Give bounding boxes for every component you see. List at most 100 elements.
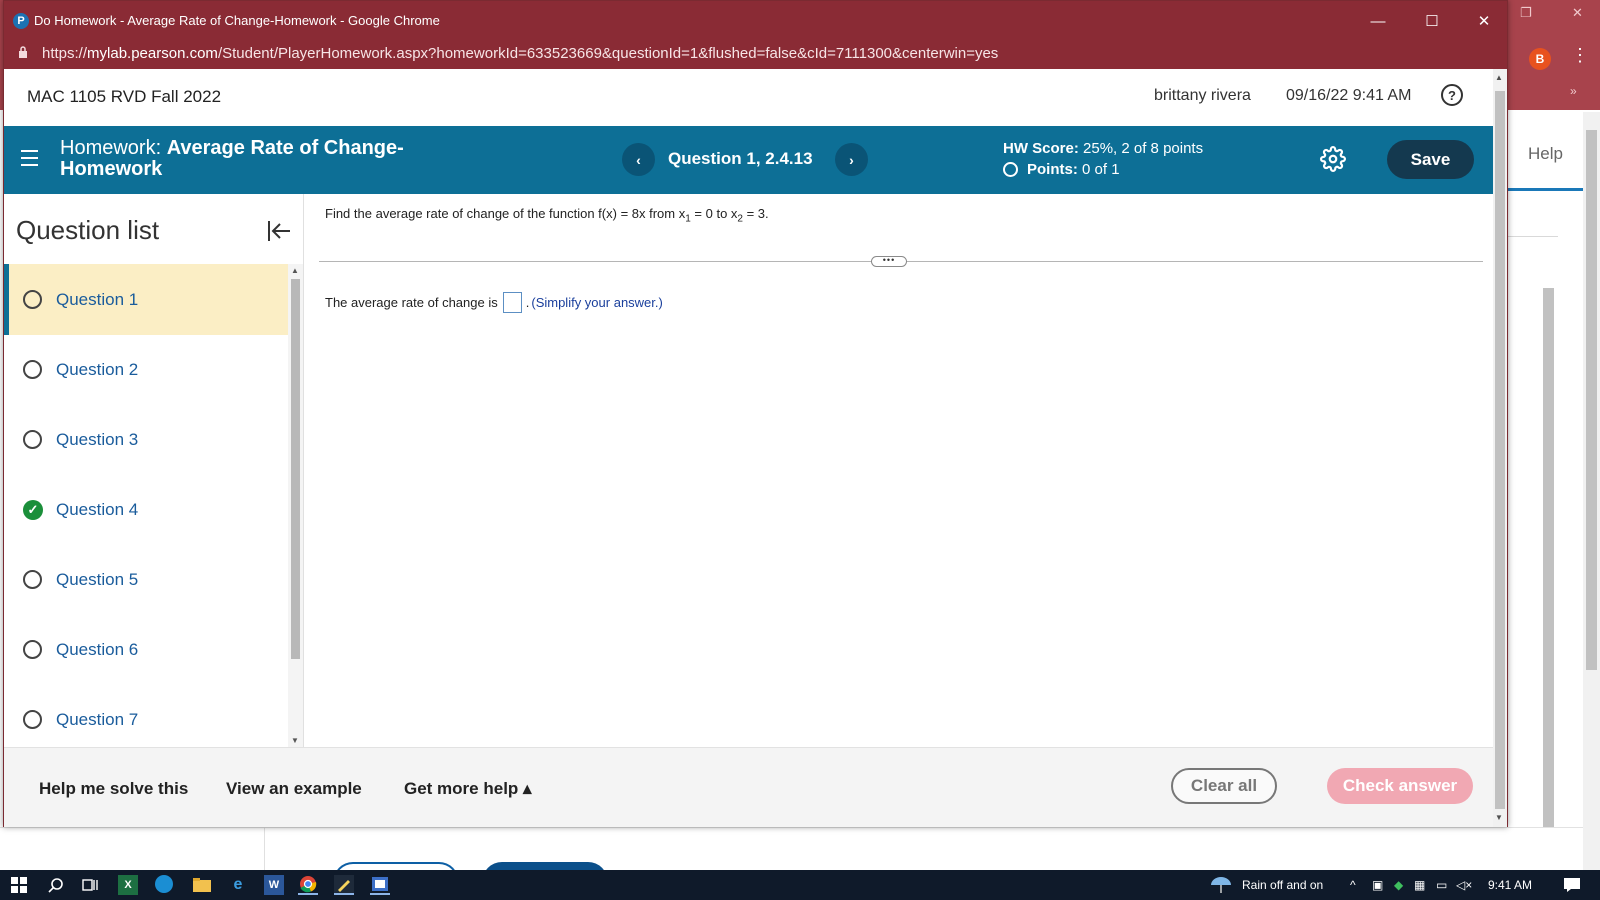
answer-suffix: . — [525, 295, 530, 310]
popup-scrollbar-thumb[interactable] — [1495, 91, 1505, 809]
answer-hint: (Simplify your answer.) — [531, 295, 663, 310]
maximize-button[interactable]: ☐ — [1417, 9, 1447, 33]
get-more-help-button[interactable]: Get more help ▴ — [404, 779, 532, 799]
save-button[interactable]: Save — [1387, 140, 1474, 179]
bookmarks-overflow-icon[interactable]: » — [1570, 84, 1577, 98]
app-window-icon[interactable] — [370, 875, 390, 895]
question-list-item[interactable]: Question 6 — [4, 614, 288, 685]
weather-rain-icon[interactable] — [1208, 875, 1234, 895]
answer-row: The average rate of change is . (Simplif… — [325, 292, 663, 313]
menu-icon[interactable] — [21, 150, 38, 171]
tray-keyboard-icon[interactable]: ▦ — [1414, 878, 1425, 892]
question-list-item[interactable]: Question 1 — [4, 264, 288, 335]
previous-question-button[interactable]: ‹ — [622, 143, 655, 176]
word-icon[interactable]: W — [264, 875, 284, 895]
question-item-label: Question 3 — [56, 429, 139, 449]
question-list-scrollbar[interactable]: ▲ ▼ — [288, 264, 303, 747]
footer-bar: Help me solve this View an example Get m… — [4, 747, 1493, 827]
answer-input[interactable] — [502, 292, 522, 313]
question-list-item[interactable]: ✓ Question 4 — [4, 474, 288, 545]
question-text: Find the average rate of change of the f… — [325, 206, 769, 225]
course-header: MAC 1105 RVD Fall 2022 brittany rivera 0… — [4, 69, 1493, 126]
editor-app-icon[interactable] — [334, 875, 354, 895]
clear-all-button[interactable]: Clear all — [1171, 768, 1277, 804]
points: Points: 0 of 1 — [1003, 161, 1120, 178]
settings-gear-icon[interactable] — [1320, 146, 1346, 172]
network-icon[interactable]: ▭ — [1436, 878, 1447, 892]
popup-scrollbar[interactable]: ▲ ▼ — [1493, 69, 1507, 827]
collapse-panel-icon[interactable] — [266, 218, 292, 244]
help-me-solve-button[interactable]: Help me solve this — [39, 779, 188, 799]
scroll-down-arrow-icon[interactable]: ▼ — [291, 736, 299, 745]
background-scrollbar-thumb[interactable] — [1586, 130, 1597, 670]
question-list-item[interactable]: Question 3 — [4, 404, 288, 475]
question-list-item[interactable]: Question 7 — [4, 684, 288, 747]
points-value: 0 of 1 — [1082, 161, 1120, 178]
background-restore-icon[interactable]: ❐ — [1520, 6, 1532, 21]
homework-prefix: Homework: — [60, 137, 162, 159]
next-question-button[interactable]: › — [835, 143, 868, 176]
excel-icon[interactable]: X — [118, 875, 138, 895]
course-title: MAC 1105 RVD Fall 2022 — [27, 87, 222, 106]
scroll-up-arrow-icon[interactable]: ▲ — [291, 266, 299, 275]
security-shield-icon[interactable]: ◆ — [1394, 878, 1403, 892]
question-text-before: Find the average rate of change of the f… — [325, 206, 686, 221]
unanswered-circle-icon — [23, 640, 42, 659]
tray-app-icon[interactable]: ▣ — [1372, 878, 1383, 892]
search-icon[interactable] — [46, 875, 66, 895]
close-button[interactable]: ✕ — [1469, 9, 1499, 33]
background-inner-scrollbar-thumb[interactable] — [1543, 288, 1554, 868]
background-help-tab[interactable]: Help — [1528, 144, 1563, 164]
question-text-after: = 3. — [742, 206, 769, 221]
notifications-icon[interactable] — [1564, 878, 1580, 895]
background-close-icon[interactable]: ✕ — [1572, 6, 1583, 21]
question-item-label: Question 2 — [56, 359, 139, 379]
question-item-label: Question 6 — [56, 639, 139, 659]
minimize-button[interactable]: — — [1363, 9, 1393, 33]
view-example-button[interactable]: View an example — [226, 779, 362, 799]
date-time: 09/16/22 9:41 AM — [1286, 87, 1412, 104]
question-label: Question 1, 2.4.13 — [668, 149, 813, 168]
unanswered-circle-icon — [23, 710, 42, 729]
volume-muted-icon[interactable]: ◁× — [1456, 878, 1472, 892]
clock-time[interactable]: 9:41 AM — [1488, 878, 1532, 892]
unanswered-circle-icon — [23, 290, 42, 309]
show-hidden-icons-icon[interactable]: ^ — [1350, 878, 1356, 892]
expand-dots-icon[interactable]: ••• — [871, 256, 907, 267]
windows-taskbar: X e W Rain off and on ^ ▣ ◆ ▦ ▭ ◁× 9:41 … — [0, 870, 1600, 900]
unanswered-circle-icon — [23, 570, 42, 589]
chrome-icon[interactable] — [298, 875, 318, 895]
browser-menu-icon[interactable]: ⋮ — [1571, 46, 1589, 64]
background-divider — [1508, 236, 1558, 237]
weather-text[interactable]: Rain off and on — [1242, 878, 1323, 892]
hw-score-label: HW Score: — [1003, 140, 1079, 157]
scroll-up-arrow-icon[interactable]: ▲ — [1495, 73, 1503, 82]
hw-score: HW Score: 25%, 2 of 8 points — [1003, 140, 1203, 157]
homework-popup-window: P Do Homework - Average Rate of Change-H… — [3, 0, 1508, 827]
file-explorer-icon[interactable] — [192, 875, 212, 895]
question-list-scrollbar-thumb[interactable] — [291, 279, 300, 659]
question-area: Find the average rate of change of the f… — [305, 194, 1493, 747]
address-bar[interactable]: https://mylab.pearson.com/Student/Player… — [4, 38, 1507, 69]
question-item-label: Question 7 — [56, 709, 139, 729]
pearson-logo-icon: P — [13, 13, 29, 29]
check-answer-button[interactable]: Check answer — [1327, 768, 1473, 804]
windows-start-icon[interactable] — [9, 875, 29, 895]
question-list-panel: Question list Question 1 Question 2 Ques… — [4, 194, 304, 747]
question-list-item[interactable]: Question 5 — [4, 544, 288, 615]
edge-icon[interactable] — [155, 875, 173, 893]
question-item-label: Question 4 — [56, 499, 139, 519]
points-status-icon — [1003, 162, 1018, 177]
internet-explorer-icon[interactable]: e — [228, 875, 248, 895]
window-title-bar: P Do Homework - Average Rate of Change-H… — [4, 1, 1507, 38]
task-view-icon[interactable] — [80, 875, 100, 895]
user-name[interactable]: brittany rivera — [1154, 87, 1251, 105]
question-list-item[interactable]: Question 2 — [4, 334, 288, 405]
help-icon[interactable]: ? — [1441, 84, 1463, 106]
help-tab-underline — [1508, 188, 1584, 191]
lock-icon — [18, 46, 28, 61]
window-title: Do Homework - Average Rate of Change-Hom… — [34, 13, 440, 28]
url-text[interactable]: https://mylab.pearson.com/Student/Player… — [42, 45, 998, 62]
scroll-down-arrow-icon[interactable]: ▼ — [1495, 813, 1503, 822]
profile-avatar[interactable]: B — [1529, 48, 1551, 70]
